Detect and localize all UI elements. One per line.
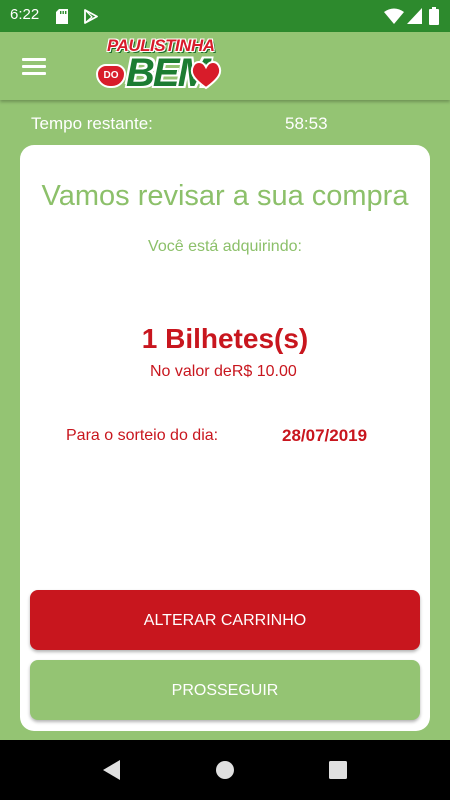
timer-value: 58:53 [285,114,328,133]
back-icon[interactable] [100,758,124,782]
heart-icon [190,61,222,90]
alter-cart-button[interactable]: ALTERAR CARRINHO [30,590,420,650]
draw-date-value: 28/07/2019 [282,426,368,445]
system-nav-bar [0,740,450,800]
recents-icon[interactable] [326,758,350,782]
proceed-button[interactable]: PROSSEGUIR [30,660,420,720]
signal-icon [407,8,422,24]
battery-icon [429,7,439,25]
status-bar: 6:22 [0,0,450,32]
ticket-price: No valor deR$ 10.00 [150,363,297,380]
review-card: Vamos revisar a sua compra Você está adq… [20,145,430,731]
hamburger-menu-icon[interactable] [18,52,52,80]
draw-date-label: Para o sorteio do dia: [66,427,219,444]
sd-card-icon [56,9,68,24]
home-icon[interactable] [213,758,237,782]
wifi-icon [384,8,404,24]
review-title: Vamos revisar a sua compra [41,180,409,212]
review-subtitle: Você está adquirindo: [148,238,302,255]
timer-label: Tempo restante: [31,114,153,133]
play-store-icon [84,9,98,24]
logo-text-do: DO [96,64,126,88]
app-bar: PAULISTINHA DO BEM [0,32,450,100]
app-logo: PAULISTINHA DO BEM [92,34,238,98]
ticket-quantity: 1 Bilhetes(s) [141,323,309,354]
status-time: 6:22 [10,6,40,23]
